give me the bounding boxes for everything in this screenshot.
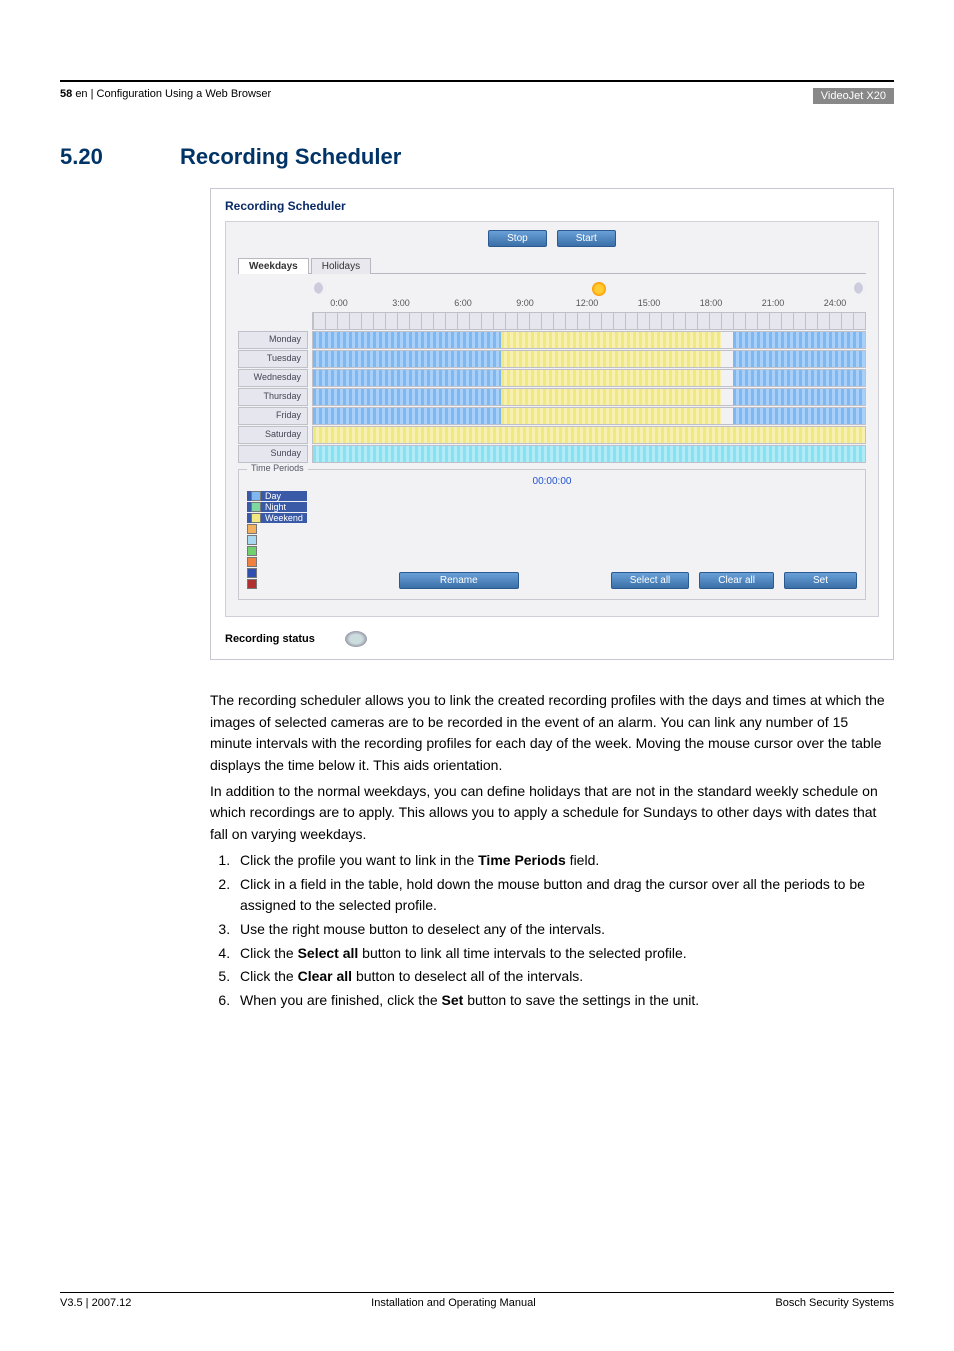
tab-holidays[interactable]: Holidays: [311, 258, 371, 274]
moon-icon: [314, 282, 326, 294]
hour-label: 9:00: [494, 298, 556, 308]
hour-label: 6:00: [432, 298, 494, 308]
time-periods-legend: Time Periods: [247, 463, 308, 473]
step-4: Click the Select all button to link all …: [234, 943, 894, 965]
step-2: Click in a field in the table, hold down…: [234, 874, 894, 917]
section-number: 5.20: [60, 144, 140, 170]
profile-list[interactable]: Day Night Weekend: [247, 491, 307, 589]
day-label: Sunday: [238, 445, 308, 463]
step-6: When you are finished, click the Set but…: [234, 990, 894, 1012]
day-label: Tuesday: [238, 350, 308, 368]
hour-label: 24:00: [804, 298, 866, 308]
row-tuesday[interactable]: [312, 350, 866, 368]
day-label: Saturday: [238, 426, 308, 444]
scheduler-screenshot: Recording Scheduler Stop Start Weekdays …: [210, 188, 894, 660]
recording-status-label: Recording status: [225, 633, 315, 645]
profile-empty[interactable]: [247, 568, 307, 578]
row-saturday[interactable]: [312, 426, 866, 444]
panel-title: Recording Scheduler: [211, 189, 893, 221]
set-button[interactable]: Set: [784, 572, 857, 589]
row-sunday[interactable]: [312, 445, 866, 463]
breadcrumb: en | Configuration Using a Web Browser: [75, 88, 271, 100]
footer-doc-title: Installation and Operating Manual: [371, 1297, 536, 1309]
hour-label: 18:00: [680, 298, 742, 308]
start-button[interactable]: Start: [557, 230, 616, 247]
disk-icon: [345, 631, 367, 647]
tab-weekdays[interactable]: Weekdays: [238, 258, 309, 274]
day-label: Thursday: [238, 388, 308, 406]
profile-empty[interactable]: [247, 524, 307, 534]
profile-weekend[interactable]: Weekend: [247, 513, 307, 523]
paragraph: The recording scheduler allows you to li…: [210, 690, 894, 777]
stop-button[interactable]: Stop: [488, 230, 547, 247]
row-wednesday[interactable]: [312, 369, 866, 387]
footer-version: V3.5 | 2007.12: [60, 1297, 131, 1309]
time-periods-fieldset: Time Periods 00:00:00 Day Night Weekend: [238, 469, 866, 600]
profile-label: Day: [265, 491, 281, 501]
profile-label: Weekend: [265, 513, 303, 523]
step-5: Click the Clear all button to deselect a…: [234, 966, 894, 988]
row-monday[interactable]: [312, 331, 866, 349]
hour-label: 21:00: [742, 298, 804, 308]
profile-day[interactable]: Day: [247, 491, 307, 501]
step-3: Use the right mouse button to deselect a…: [234, 919, 894, 941]
row-thursday[interactable]: [312, 388, 866, 406]
schedule-grid[interactable]: [312, 312, 866, 463]
header-left: 58 en | Configuration Using a Web Browse…: [60, 88, 271, 104]
clear-all-button[interactable]: Clear all: [699, 572, 774, 589]
day-label: Wednesday: [238, 369, 308, 387]
moon-icon: [854, 282, 866, 294]
row-friday[interactable]: [312, 407, 866, 425]
paragraph: In addition to the normal weekdays, you …: [210, 781, 894, 846]
hour-label: 0:00: [308, 298, 370, 308]
profile-label: Night: [265, 502, 286, 512]
select-all-button[interactable]: Select all: [611, 572, 690, 589]
footer-company: Bosch Security Systems: [775, 1297, 894, 1309]
product-badge: VideoJet X20: [813, 88, 894, 104]
rename-button[interactable]: Rename: [399, 572, 519, 589]
step-1: Click the profile you want to link in th…: [234, 850, 894, 872]
sun-icon: [592, 282, 606, 296]
profile-empty[interactable]: [247, 535, 307, 545]
time-cursor: 00:00:00: [247, 476, 857, 487]
hour-label: 3:00: [370, 298, 432, 308]
time-header: 0:00 3:00 6:00 9:00 12:00 15:00 18:00 21…: [238, 298, 866, 308]
day-label: Monday: [238, 331, 308, 349]
profile-empty[interactable]: [247, 557, 307, 567]
hour-label: 15:00: [618, 298, 680, 308]
profile-night[interactable]: Night: [247, 502, 307, 512]
section-title: Recording Scheduler: [180, 144, 401, 170]
day-label: Friday: [238, 407, 308, 425]
page-number: 58: [60, 88, 72, 100]
profile-empty[interactable]: [247, 579, 307, 589]
hour-label: 12:00: [556, 298, 618, 308]
steps-list: Click the profile you want to link in th…: [210, 850, 894, 1012]
profile-empty[interactable]: [247, 546, 307, 556]
